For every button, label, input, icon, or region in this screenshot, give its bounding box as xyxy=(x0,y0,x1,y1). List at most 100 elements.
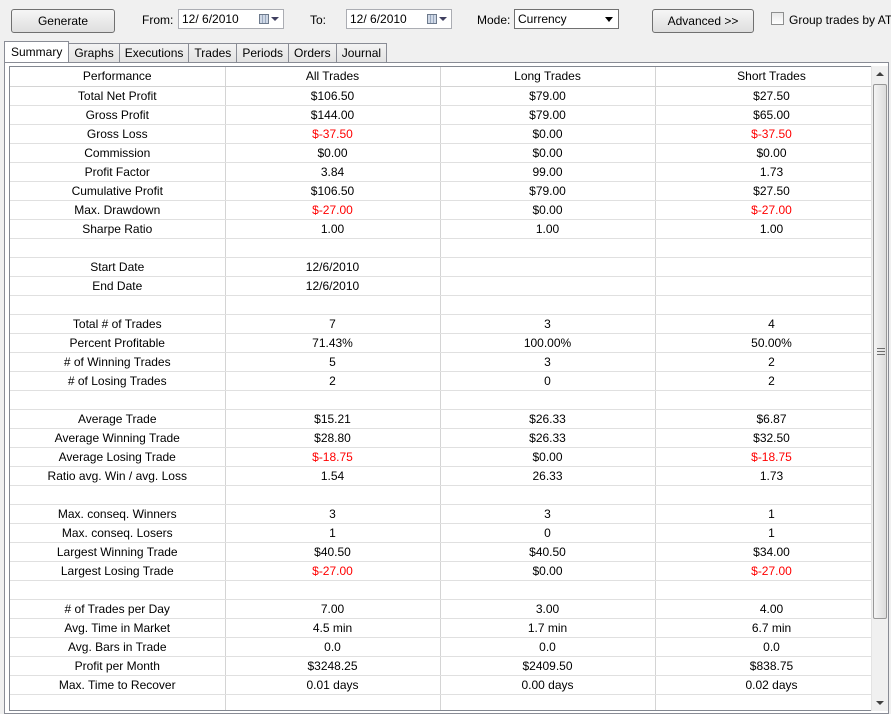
metric-value: $106.50 xyxy=(225,86,441,106)
table-row: # of Winning Trades 5 3 2 xyxy=(10,352,874,372)
metric-label: Average Trade xyxy=(10,409,226,429)
tab-journal[interactable]: Journal xyxy=(335,43,388,62)
metric-value: $838.75 xyxy=(655,656,874,676)
generate-button[interactable]: Generate xyxy=(11,9,115,33)
metric-label: Max. conseq. Winners xyxy=(10,504,226,524)
metric-label: # of Winning Trades xyxy=(10,352,226,372)
table-row: Gross Profit $144.00 $79.00 $65.00 xyxy=(10,105,874,125)
column-header[interactable]: Performance xyxy=(10,67,226,87)
metric-value xyxy=(440,390,656,410)
table-row: # of Losing Trades 2 0 2 xyxy=(10,371,874,391)
metric-value: 4 xyxy=(655,314,874,334)
to-date-picker[interactable]: 12/ 6/2010 xyxy=(346,9,452,29)
tab-summary[interactable]: Summary xyxy=(4,41,70,62)
column-header[interactable]: Short Trades xyxy=(655,67,874,87)
table-row xyxy=(10,390,874,410)
metric-label: Profit Factor xyxy=(10,162,226,182)
metric-label: End Date xyxy=(10,276,226,296)
table-row: Total Net Profit $106.50 $79.00 $27.50 xyxy=(10,86,874,106)
metric-label xyxy=(10,390,226,410)
tab-orders[interactable]: Orders xyxy=(288,43,337,62)
metric-label: # of Losing Trades xyxy=(10,371,226,391)
to-date-value: 12/ 6/2010 xyxy=(350,12,407,26)
metric-label: Max. Time to Recover xyxy=(10,675,226,695)
metric-label: Max. conseq. Losers xyxy=(10,523,226,543)
metric-value: $-37.50 xyxy=(225,124,441,144)
tab-executions[interactable]: Executions xyxy=(118,43,190,62)
tab-strip: Summary Graphs Executions Trades Periods… xyxy=(4,41,388,62)
metric-value: 5 xyxy=(225,352,441,372)
metric-value: $0.00 xyxy=(440,124,656,144)
table-row: Ratio avg. Win / avg. Loss 1.54 26.33 1.73 xyxy=(10,466,874,486)
table-row: Start Date 12/6/2010 xyxy=(10,257,874,277)
metric-label: Profit per Month xyxy=(10,656,226,676)
tab-periods[interactable]: Periods xyxy=(236,43,289,62)
metric-value: $2409.50 xyxy=(440,656,656,676)
scroll-up-arrow-icon[interactable] xyxy=(876,72,884,76)
metric-value: $32.50 xyxy=(655,428,874,448)
metric-value: $106.50 xyxy=(225,181,441,201)
metric-value: $34.00 xyxy=(655,542,874,562)
metric-value: 1 xyxy=(655,523,874,543)
metric-value: 1.73 xyxy=(655,466,874,486)
metric-value: 3 xyxy=(440,352,656,372)
column-header[interactable]: Long Trades xyxy=(440,67,656,87)
metric-value: 3 xyxy=(440,504,656,524)
metric-value xyxy=(225,485,441,505)
metric-value: 2 xyxy=(655,371,874,391)
metric-value: 0 xyxy=(440,523,656,543)
metric-value: $0.00 xyxy=(440,143,656,163)
from-date-picker[interactable]: 12/ 6/2010 xyxy=(178,9,284,29)
metric-value: 12/6/2010 xyxy=(225,276,441,296)
metric-value xyxy=(225,295,441,315)
metric-label: Gross Loss xyxy=(10,124,226,144)
metric-value xyxy=(225,390,441,410)
metric-value: 1.7 min xyxy=(440,618,656,638)
metric-value: $-18.75 xyxy=(225,447,441,467)
metric-value xyxy=(655,485,874,505)
metric-value: 1 xyxy=(225,523,441,543)
metric-value xyxy=(440,295,656,315)
tab-trades[interactable]: Trades xyxy=(188,43,238,62)
metric-value xyxy=(225,694,441,710)
metric-value: 1.00 xyxy=(440,219,656,239)
metric-label: Average Winning Trade xyxy=(10,428,226,448)
metric-label: Avg. Time in Market xyxy=(10,618,226,638)
metric-label xyxy=(10,485,226,505)
scrollbar-thumb[interactable] xyxy=(873,84,887,619)
metric-value: $27.50 xyxy=(655,86,874,106)
mode-select[interactable]: Currency xyxy=(514,9,619,29)
metric-value: $26.33 xyxy=(440,409,656,429)
tab-graphs[interactable]: Graphs xyxy=(68,43,120,62)
table-row: Avg. Time in Market 4.5 min 1.7 min 6.7 min xyxy=(10,618,874,638)
metric-value: $40.50 xyxy=(225,542,441,562)
calendar-dropdown-icon[interactable] xyxy=(427,13,447,25)
group-trades-checkbox[interactable] xyxy=(771,12,784,25)
metric-value: $79.00 xyxy=(440,105,656,125)
metric-value: 1.73 xyxy=(655,162,874,182)
table-row: Percent Profitable 71.43% 100.00% 50.00% xyxy=(10,333,874,353)
metric-value: 50.00% xyxy=(655,333,874,353)
column-header[interactable]: All Trades xyxy=(225,67,441,87)
metric-label: Max. Drawdown xyxy=(10,200,226,220)
vertical-scrollbar[interactable] xyxy=(871,66,888,711)
metric-label: Start Date xyxy=(10,257,226,277)
metric-value xyxy=(655,694,874,710)
table-row: Max. Drawdown $-27.00 $0.00 $-27.00 xyxy=(10,200,874,220)
metric-value: $79.00 xyxy=(440,181,656,201)
metric-value: 99.00 xyxy=(440,162,656,182)
metric-value xyxy=(655,295,874,315)
metric-value: $-27.00 xyxy=(655,200,874,220)
metric-label: Gross Profit xyxy=(10,105,226,125)
table-row: Cumulative Profit $106.50 $79.00 $27.50 xyxy=(10,181,874,201)
advanced-button[interactable]: Advanced >> xyxy=(652,9,754,33)
chevron-down-icon xyxy=(605,17,613,22)
scroll-down-arrow-icon[interactable] xyxy=(876,701,884,705)
grip-icon xyxy=(877,348,885,355)
table-row: Max. Time to Recover 0.01 days 0.00 days 0.… xyxy=(10,675,874,695)
metric-label: Cumulative Profit xyxy=(10,181,226,201)
mode-select-value: Currency xyxy=(518,12,567,26)
metric-value: 1.00 xyxy=(655,219,874,239)
metric-value xyxy=(655,580,874,600)
calendar-dropdown-icon[interactable] xyxy=(259,13,279,25)
